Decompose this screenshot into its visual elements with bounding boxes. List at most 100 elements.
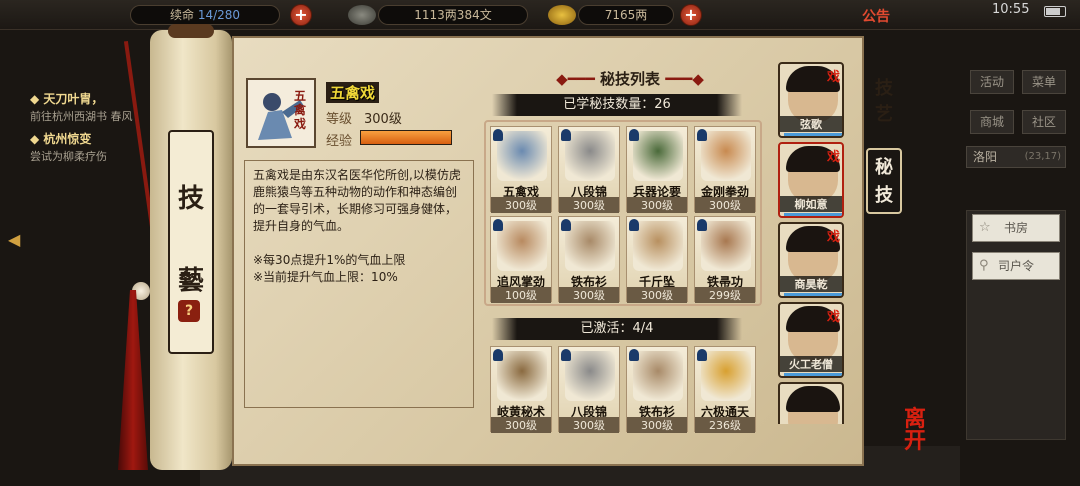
- skill-badge-icon: 戏: [826, 310, 840, 325]
- skill-tile-level: 300级: [491, 197, 551, 213]
- skill-art-icon: [701, 221, 751, 271]
- order-button[interactable]: ⚲ 司户令: [972, 252, 1060, 280]
- activity-button[interactable]: 活动: [970, 70, 1014, 94]
- exp-bar: [360, 130, 452, 145]
- roster-member[interactable]: 戏火工老僧: [778, 302, 844, 378]
- svg-text:戏: 戏: [293, 116, 306, 131]
- equipped-marker-icon: [629, 219, 639, 231]
- level-label: 等级: [326, 112, 353, 127]
- skill-badge-icon: 戏: [826, 150, 840, 165]
- skill-art-icon: [701, 131, 751, 181]
- skill-art-icon: [565, 131, 615, 181]
- collapse-arrow-icon[interactable]: ◀: [8, 230, 24, 254]
- roster-hp-bar: [784, 373, 842, 376]
- stamina-counter: 续命 14/280: [130, 5, 280, 25]
- side-panel: [966, 210, 1066, 440]
- skill-art-icon: [633, 351, 683, 401]
- roster-name: 火工老僧: [780, 356, 842, 372]
- skill-tile[interactable]: 金刚拳劲 300级: [694, 126, 756, 213]
- skill-tile[interactable]: 岐黄秘术 300级: [490, 346, 552, 433]
- skill-tile-level: 300级: [627, 287, 687, 303]
- bonus-line: ※当前提升气血上限：10%: [253, 270, 398, 284]
- equipped-marker-icon: [629, 129, 639, 141]
- equipped-marker-icon: [561, 219, 571, 231]
- skill-tile[interactable]: 千斤坠 300级: [626, 216, 688, 303]
- add-gold-button[interactable]: +: [680, 4, 702, 26]
- top-status-bar: 续命 14/280 + 1113两384文 7165两 + 公告 10:55: [0, 0, 1080, 30]
- skill-tile-level: 299级: [695, 287, 755, 303]
- roster-hp-bar: [784, 293, 842, 296]
- red-tassel-icon: [118, 290, 148, 470]
- help-button[interactable]: ?: [178, 300, 200, 322]
- tab-secret-skills[interactable]: 秘技: [866, 148, 902, 214]
- description-text: 五禽戏是由东汉名医华佗所创,以模仿虎鹿熊猿鸟等五种动物的动作和神态编创的一套导引…: [253, 168, 461, 233]
- exit-button[interactable]: 离开: [904, 408, 926, 452]
- shop-button[interactable]: 商城: [970, 110, 1014, 134]
- menu-button[interactable]: 菜单: [1022, 70, 1066, 94]
- quest-desc: 前往杭州西湖书 春风: [30, 110, 133, 123]
- list-title-text: 秘技列表: [599, 70, 660, 88]
- skill-art-icon: [633, 131, 683, 181]
- skill-tile-level: 100级: [491, 287, 551, 303]
- skill-tile[interactable]: 铁布衫 300级: [626, 346, 688, 433]
- community-button[interactable]: 社区: [1022, 110, 1066, 134]
- skill-art-icon: 五 禽 戏: [248, 80, 314, 146]
- roster-hp-bar: [784, 213, 842, 216]
- battery-icon: [1044, 6, 1066, 17]
- skill-tile[interactable]: 铁帚功 299级: [694, 216, 756, 303]
- silver-coin-icon: [348, 5, 376, 25]
- tab-arts[interactable]: 技艺: [866, 76, 902, 136]
- skill-tile[interactable]: 八段锦 300级: [558, 346, 620, 433]
- pin-icon: ⚲: [979, 258, 989, 273]
- roster-member[interactable]: 戏弦歌: [778, 62, 844, 138]
- skill-art-icon: [497, 131, 547, 181]
- roster-member[interactable]: 戏柳如意: [778, 142, 844, 218]
- skill-tile[interactable]: 兵器论要 300级: [626, 126, 688, 213]
- skill-tile-level: 300级: [491, 417, 551, 433]
- roster-name: 弦歌: [780, 116, 842, 132]
- learned-count-bar: 已学秘技数量：26: [492, 94, 742, 116]
- skill-art-icon: [565, 221, 615, 271]
- svg-text:禽: 禽: [293, 102, 307, 117]
- equipped-marker-icon: [493, 219, 503, 231]
- skill-tile[interactable]: 铁布衫 300级: [558, 216, 620, 303]
- stamina-label: 续命: [169, 8, 194, 22]
- skill-art-icon: [633, 221, 683, 271]
- study-button[interactable]: ☆ 书房: [972, 214, 1060, 242]
- location-name: 洛阳: [973, 150, 998, 164]
- roster-member[interactable]: [778, 382, 844, 424]
- skill-art-icon: [565, 351, 615, 401]
- character-roster: 戏弦歌戏柳如意戏商昊乾戏火工老僧: [778, 62, 846, 424]
- add-stamina-button[interactable]: +: [290, 4, 312, 26]
- clock: 10:55: [992, 2, 1030, 17]
- portrait-hair: [786, 386, 840, 412]
- gold-ingot-icon: [548, 5, 576, 25]
- skill-tile-level: 300级: [695, 197, 755, 213]
- skill-tile[interactable]: 八段锦 300级: [558, 126, 620, 213]
- skill-tile-level: 300级: [559, 197, 619, 213]
- skill-badge-icon: 戏: [826, 230, 840, 245]
- location-display[interactable]: 洛阳 (23,17): [966, 146, 1066, 168]
- skill-art-icon: [497, 221, 547, 271]
- level-value: 300级: [364, 112, 402, 127]
- roster-member[interactable]: 戏商昊乾: [778, 222, 844, 298]
- skill-tile[interactable]: 六极通天 236级: [694, 346, 756, 433]
- equipped-marker-icon: [697, 129, 707, 141]
- ornament-icon: ◆━━━: [556, 70, 595, 88]
- list-title: ◆━━━ 秘技列表 ━━━◆: [500, 68, 760, 89]
- star-icon: ☆: [979, 220, 991, 235]
- equipped-marker-icon: [697, 349, 707, 361]
- skill-description: 五禽戏是由东汉名医华佗所创,以模仿虎鹿熊猿鸟等五种动物的动作和神态编创的一套导引…: [244, 160, 474, 408]
- roster-name: 柳如意: [780, 196, 842, 212]
- svg-text:五: 五: [294, 89, 306, 103]
- skill-tile-level: 300级: [559, 287, 619, 303]
- quest-title[interactable]: ◆ 杭州惊变: [30, 130, 150, 147]
- skill-tile[interactable]: 五禽戏 300级: [490, 126, 552, 213]
- silver-counter: 1113两384文: [378, 5, 528, 25]
- tab-secret-label: 秘技: [875, 157, 893, 206]
- notice-button[interactable]: 公告: [862, 6, 890, 26]
- skill-tile[interactable]: 追风掌劲 100级: [490, 216, 552, 303]
- skill-art-icon: [497, 351, 547, 401]
- skill-name: 五禽戏: [326, 82, 380, 103]
- exp-bar-fill: [361, 131, 451, 144]
